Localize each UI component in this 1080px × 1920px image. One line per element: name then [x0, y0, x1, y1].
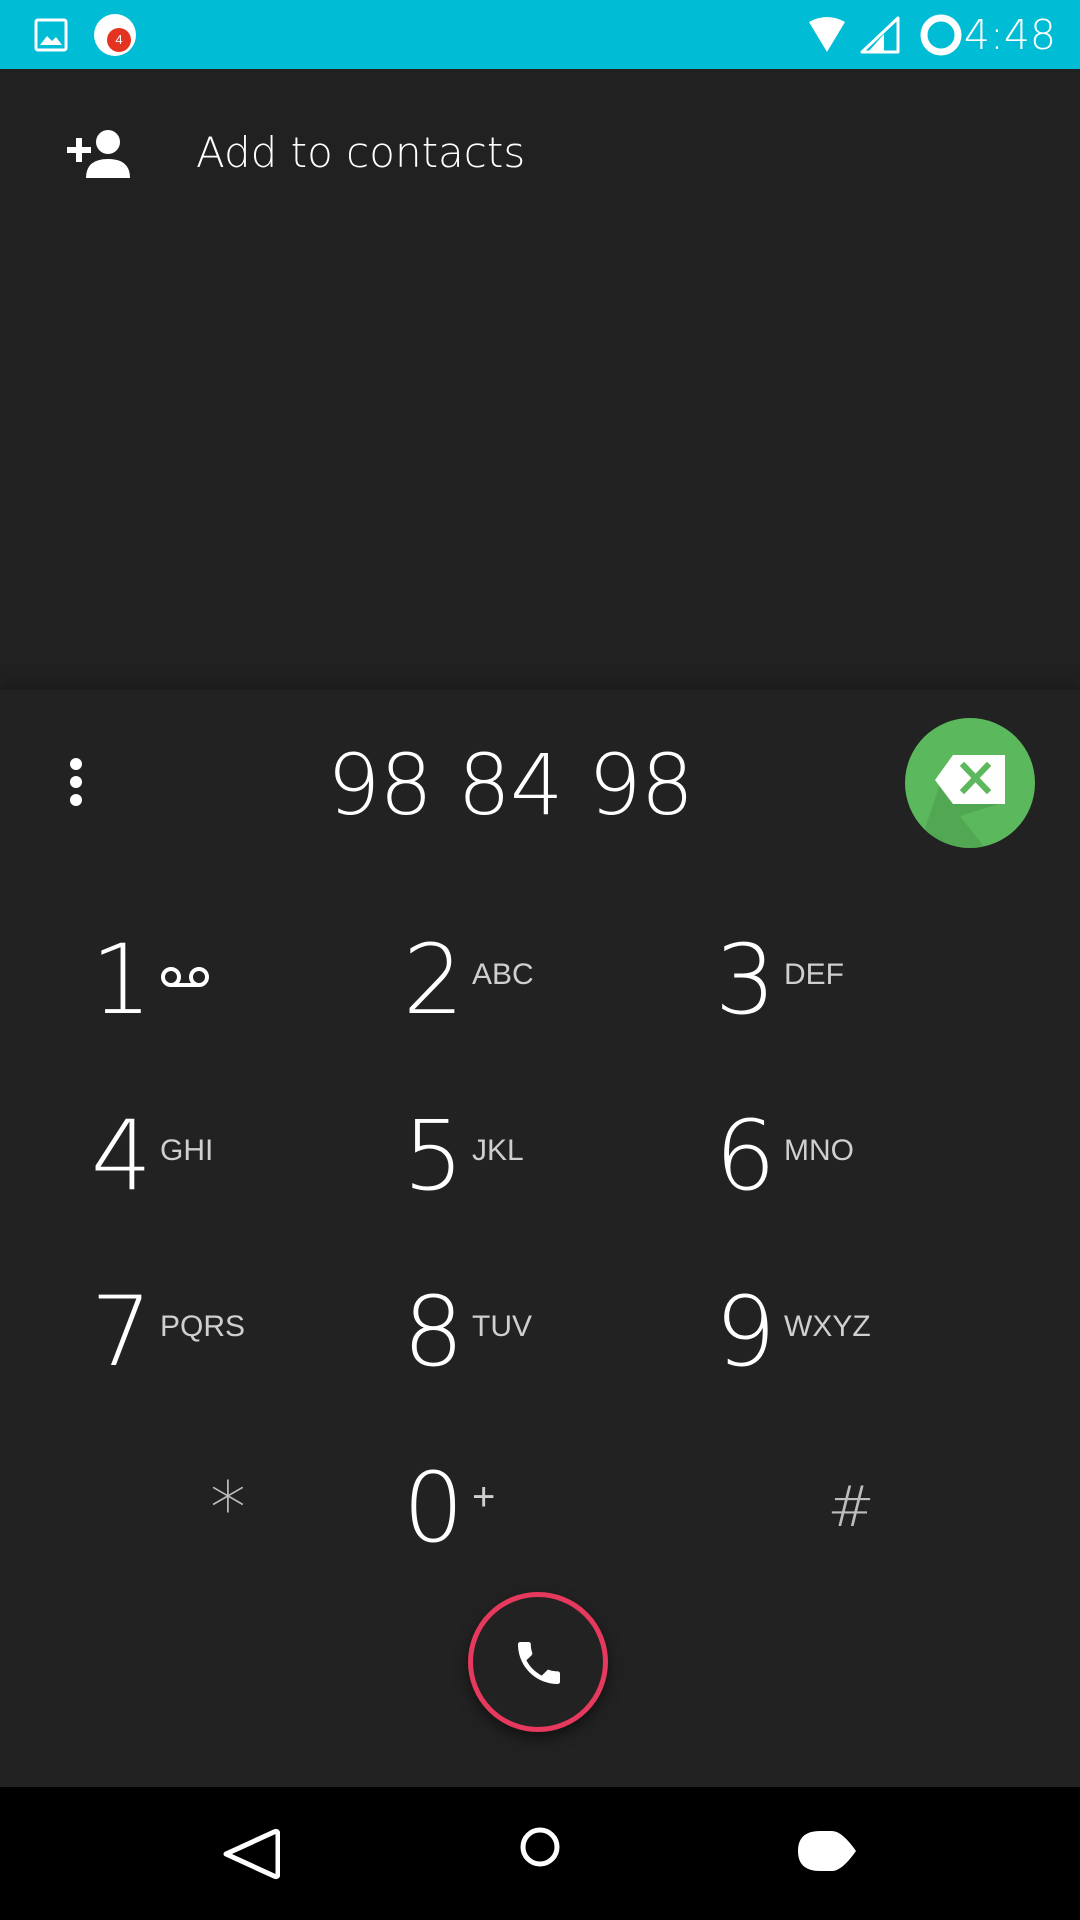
backspace-icon [925, 755, 1005, 848]
cell-signal-icon [860, 16, 900, 54]
key-digit: 9 [714, 1276, 776, 1388]
key-digit: 8 [402, 1276, 464, 1388]
key-digit: 4 [90, 1100, 152, 1212]
key-7[interactable]: 7 PQRS [0, 1257, 300, 1407]
key-hash[interactable]: # [701, 1433, 1001, 1583]
notification-app-icon: 4 [94, 14, 136, 56]
key-letters: WXYZ [784, 1310, 871, 1343]
backspace-button[interactable] [905, 718, 1035, 848]
navigation-bar [0, 1787, 1080, 1920]
call-button[interactable] [468, 1592, 608, 1732]
key-digit: 0 [402, 1452, 464, 1564]
key-3[interactable]: 3 DEF [624, 905, 924, 1055]
status-time: 4:48 [963, 11, 1056, 59]
key-4[interactable]: 4 GHI [0, 1081, 300, 1231]
phone-icon [518, 1642, 560, 1684]
add-to-contacts-label: Add to contacts [196, 128, 526, 177]
key-symbol: # [827, 1475, 875, 1540]
key-9[interactable]: 9 WXYZ [624, 1257, 924, 1407]
recents-icon[interactable] [796, 1829, 858, 1873]
key-letters: TUV [472, 1310, 532, 1343]
wifi-icon [809, 17, 845, 52]
add-to-contacts-row[interactable]: Add to contacts [0, 85, 1080, 225]
key-letters: MNO [784, 1134, 854, 1167]
add-person-icon [67, 130, 130, 178]
back-icon[interactable] [222, 1826, 280, 1882]
key-digit: 3 [714, 924, 776, 1036]
key-digit: 6 [714, 1100, 776, 1212]
digits-display[interactable]: 98 84 98 [210, 730, 810, 840]
notification-badge: 4 [107, 28, 131, 52]
key-8[interactable]: 8 TUV [312, 1257, 612, 1407]
key-digit: 5 [402, 1100, 464, 1212]
home-icon[interactable] [518, 1825, 562, 1869]
gallery-icon [34, 18, 68, 52]
key-2[interactable]: 2 ABC [312, 905, 612, 1055]
key-0[interactable]: 0 + [312, 1433, 612, 1583]
key-letters: GHI [160, 1134, 214, 1167]
battery-ring-icon [920, 14, 962, 56]
dialer-screen: 4 4:48 Add to contacts 98 84 98 1 2 ABC … [0, 0, 1080, 1920]
key-6[interactable]: 6 MNO [624, 1081, 924, 1231]
key-letters: PQRS [160, 1310, 246, 1343]
key-letters: DEF [784, 958, 844, 991]
status-bar: 4 4:48 [0, 0, 1080, 69]
key-letters: ABC [472, 958, 534, 991]
key-digit: 1 [90, 924, 152, 1036]
key-digit: 2 [402, 924, 464, 1036]
key-letters: JKL [472, 1134, 524, 1167]
key-digit: 7 [90, 1276, 152, 1388]
key-5[interactable]: 5 JKL [312, 1081, 612, 1231]
overflow-menu-button[interactable] [52, 750, 102, 814]
key-1[interactable]: 1 [0, 905, 300, 1055]
key-letters: + [472, 1475, 496, 1519]
voicemail-icon [161, 967, 209, 987]
